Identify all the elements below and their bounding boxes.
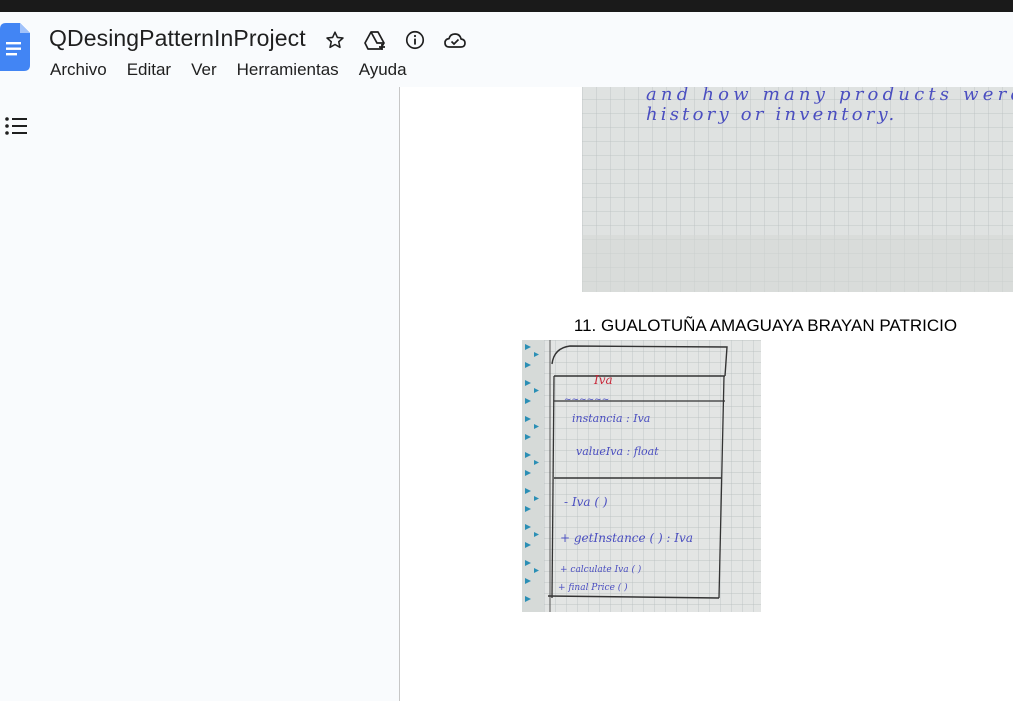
uml-method-3: + calculate Iva ( ): [560, 564, 642, 575]
uml-method-1: - Iva ( ): [564, 495, 608, 509]
document-page[interactable]: and how many products were history or in…: [400, 87, 1013, 701]
uml-method-4: + final Price ( ): [558, 582, 628, 593]
notebook-photo-top: and how many products were history or in…: [582, 87, 1013, 292]
uml-attribute-1: instancia : Iva: [572, 412, 650, 425]
cloud-saved-icon[interactable]: [442, 27, 468, 53]
move-to-drive-icon[interactable]: [362, 27, 388, 53]
handwritten-line-1: and how many products were: [646, 87, 1013, 105]
menu-bar: Archivo Editar Ver Herramientas Ayuda: [40, 58, 417, 82]
student-caption: 11. GUALOTUÑA AMAGUAYA BRAYAN PATRICIO: [573, 316, 958, 335]
document-title[interactable]: QDesingPatternInProject: [49, 25, 306, 52]
menu-editar[interactable]: Editar: [117, 58, 181, 82]
title-actions: [322, 27, 468, 53]
menu-ayuda[interactable]: Ayuda: [349, 58, 417, 82]
info-icon[interactable]: [402, 27, 428, 53]
menu-archivo[interactable]: Archivo: [40, 58, 117, 82]
menu-ver[interactable]: Ver: [181, 58, 227, 82]
menu-herramientas[interactable]: Herramientas: [227, 58, 349, 82]
outline-sidebar: [0, 87, 400, 701]
google-docs-logo-icon[interactable]: [0, 19, 30, 75]
uml-class-name: Iva: [593, 373, 613, 387]
uml-diagram-photo: Iva ~~~~~~ instancia : Iva valueIva : fl…: [522, 340, 761, 612]
uml-attribute-scribble: ~~~~~~: [564, 395, 609, 405]
handwritten-line-2: history or inventory.: [646, 104, 897, 125]
document-outline-icon[interactable]: [2, 113, 30, 139]
uml-method-2: + getInstance ( ) : Iva: [560, 531, 693, 545]
window-top-bar: [0, 0, 1013, 12]
star-icon[interactable]: [322, 27, 348, 53]
uml-attribute-2: valueIva : float: [576, 445, 659, 458]
